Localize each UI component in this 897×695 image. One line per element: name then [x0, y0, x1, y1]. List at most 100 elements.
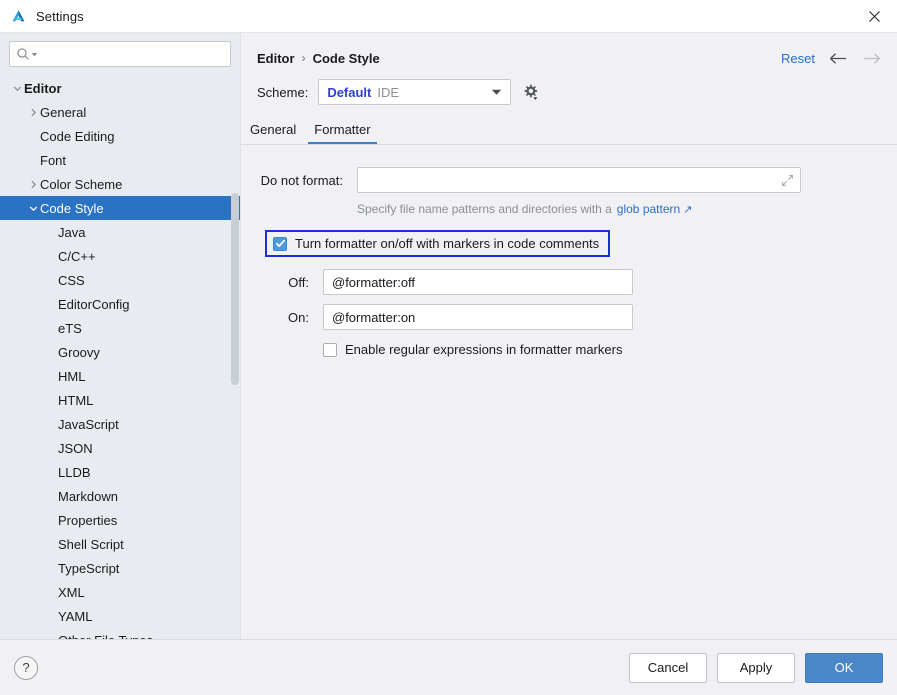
sidebar-item-c-c[interactable]: C/C++ — [0, 244, 240, 268]
sidebar-item-label: Properties — [58, 512, 118, 528]
reset-link[interactable]: Reset — [781, 51, 815, 66]
settings-main-panel: Editor › Code Style Reset Scheme: Defaul… — [241, 33, 897, 639]
sidebar-item-code-style[interactable]: Code Style — [0, 196, 240, 220]
ok-button[interactable]: OK — [805, 652, 883, 683]
checkbox-checked-icon[interactable] — [273, 236, 287, 251]
sidebar-item-label: EditorConfig — [58, 296, 130, 312]
scheme-row: Scheme: Default IDE — [241, 69, 897, 105]
off-field-input[interactable]: @formatter:off — [323, 269, 633, 295]
arrow-right-icon — [862, 52, 881, 65]
markers-checkbox[interactable]: Turn formatter on/off with markers in co… — [273, 236, 599, 251]
sidebar-item-editorconfig[interactable]: EditorConfig — [0, 292, 240, 316]
sidebar-item-label: C/C++ — [58, 248, 96, 264]
chevron-down-icon[interactable] — [26, 204, 40, 213]
sidebar-item-typescript[interactable]: TypeScript — [0, 556, 240, 580]
sidebar-item-javascript[interactable]: JavaScript — [0, 412, 240, 436]
sidebar-item-label: Font — [40, 152, 67, 168]
arrow-left-icon[interactable] — [829, 52, 848, 65]
scheme-dropdown[interactable]: Default IDE — [318, 79, 512, 105]
sidebar-item-ets[interactable]: eTS — [0, 316, 240, 340]
sidebar-item-editor[interactable]: Editor — [0, 76, 240, 100]
sidebar-item-label: Groovy — [58, 344, 100, 360]
sidebar-item-shell-script[interactable]: Shell Script — [0, 532, 240, 556]
off-field-row: Off: @formatter:off — [257, 269, 881, 295]
close-icon[interactable] — [851, 0, 897, 32]
chevron-down-icon — [31, 52, 38, 56]
sidebar-item-color-scheme[interactable]: Color Scheme — [0, 172, 240, 196]
breadcrumb: Editor › Code Style Reset — [241, 33, 897, 69]
scheme-kind: IDE — [377, 84, 400, 100]
glob-hint-row: Specify file name patterns and directori… — [257, 202, 881, 216]
chevron-down-icon — [491, 83, 502, 101]
sidebar-item-html[interactable]: HTML — [0, 388, 240, 412]
gear-icon[interactable] — [521, 83, 540, 102]
chevron-right-icon[interactable] — [26, 180, 40, 189]
markers-checkbox-label: Turn formatter on/off with markers in co… — [295, 236, 600, 251]
sidebar-item-properties[interactable]: Properties — [0, 508, 240, 532]
footer-buttons: Cancel Apply OK — [629, 652, 883, 683]
sidebar-item-label: eTS — [58, 320, 82, 336]
regex-checkbox-label: Enable regular expressions in formatter … — [345, 342, 623, 357]
glob-pattern-link[interactable]: glob pattern — [617, 202, 680, 216]
sidebar-scrollbar-thumb[interactable] — [231, 193, 239, 385]
on-field-row: On: @formatter:on — [257, 304, 881, 330]
sidebar-item-yaml[interactable]: YAML — [0, 604, 240, 628]
sidebar-item-java[interactable]: Java — [0, 220, 240, 244]
sidebar-item-label: TypeScript — [58, 560, 120, 576]
breadcrumb-leaf: Code Style — [312, 50, 380, 66]
sidebar-item-label: Editor — [24, 80, 62, 96]
markers-checkbox-focus-ring: Turn formatter on/off with markers in co… — [265, 230, 611, 257]
tab-general[interactable]: General — [241, 122, 305, 145]
formatter-form: Do not format: Specify file name pattern… — [241, 145, 897, 639]
breadcrumb-separator: › — [301, 51, 306, 65]
sidebar-item-css[interactable]: CSS — [0, 268, 240, 292]
apply-button[interactable]: Apply — [717, 652, 795, 683]
scheme-label: Scheme: — [257, 84, 309, 100]
search-input[interactable] — [9, 41, 231, 67]
do-not-format-label: Do not format: — [260, 172, 343, 188]
sidebar-item-hml[interactable]: HML — [0, 364, 240, 388]
breadcrumb-root[interactable]: Editor — [257, 51, 295, 66]
search-wrap — [0, 33, 240, 76]
dialog-body: Editor General Code Editing Font Color Schem… — [0, 32, 897, 639]
expand-icon[interactable] — [781, 174, 794, 187]
external-link-icon[interactable]: ↗ — [683, 203, 692, 216]
sidebar-item-xml[interactable]: XML — [0, 580, 240, 604]
dialog-footer: ? Cancel Apply OK — [0, 639, 897, 695]
sidebar-item-markdown[interactable]: Markdown — [0, 484, 240, 508]
sidebar-item-label: JSON — [58, 440, 93, 456]
off-field-value: @formatter:off — [332, 274, 416, 290]
cancel-button[interactable]: Cancel — [629, 652, 707, 683]
sidebar-item-label: HTML — [58, 392, 94, 408]
settings-tree[interactable]: Editor General Code Editing Font Color Schem… — [0, 76, 240, 639]
tab-formatter[interactable]: Formatter — [305, 122, 379, 145]
sidebar-item-groovy[interactable]: Groovy — [0, 340, 240, 364]
glob-hint-text: Specify file name patterns and directori… — [357, 202, 612, 216]
sidebar-item-label: JavaScript — [58, 416, 119, 432]
sidebar-item-json[interactable]: JSON — [0, 436, 240, 460]
sidebar-item-label: CSS — [58, 272, 85, 288]
breadcrumb-actions: Reset — [781, 51, 881, 66]
settings-dialog: Settings Editor General Code Editing Fon… — [0, 0, 897, 695]
scheme-value: Default — [327, 84, 372, 100]
on-field-input[interactable]: @formatter:on — [323, 304, 633, 330]
do-not-format-input[interactable] — [357, 167, 801, 193]
sidebar-item-label: Color Scheme — [40, 176, 123, 192]
off-field-label: Off: — [288, 274, 309, 290]
help-button[interactable]: ? — [14, 655, 38, 680]
sidebar-item-label: XML — [58, 584, 85, 600]
sidebar-item-label: LLDB — [58, 464, 91, 480]
sidebar-item-label: Shell Script — [58, 536, 124, 552]
sidebar-item-font[interactable]: Font — [0, 148, 240, 172]
sidebar-item-label: HML — [58, 368, 86, 384]
sidebar-item-label: Java — [58, 224, 86, 240]
ide-logo-icon — [9, 7, 27, 25]
sidebar-item-lldb[interactable]: LLDB — [0, 460, 240, 484]
search-icon — [16, 47, 38, 61]
chevron-down-icon[interactable] — [10, 84, 24, 93]
regex-checkbox[interactable]: Enable regular expressions in formatter … — [257, 342, 881, 357]
sidebar-item-label: Other File Types — [58, 634, 153, 640]
sidebar-item-label: Code Style — [40, 200, 104, 216]
sidebar-item-other-file-types[interactable]: Other File Types — [0, 628, 240, 640]
checkbox-unchecked-icon[interactable] — [323, 342, 337, 357]
